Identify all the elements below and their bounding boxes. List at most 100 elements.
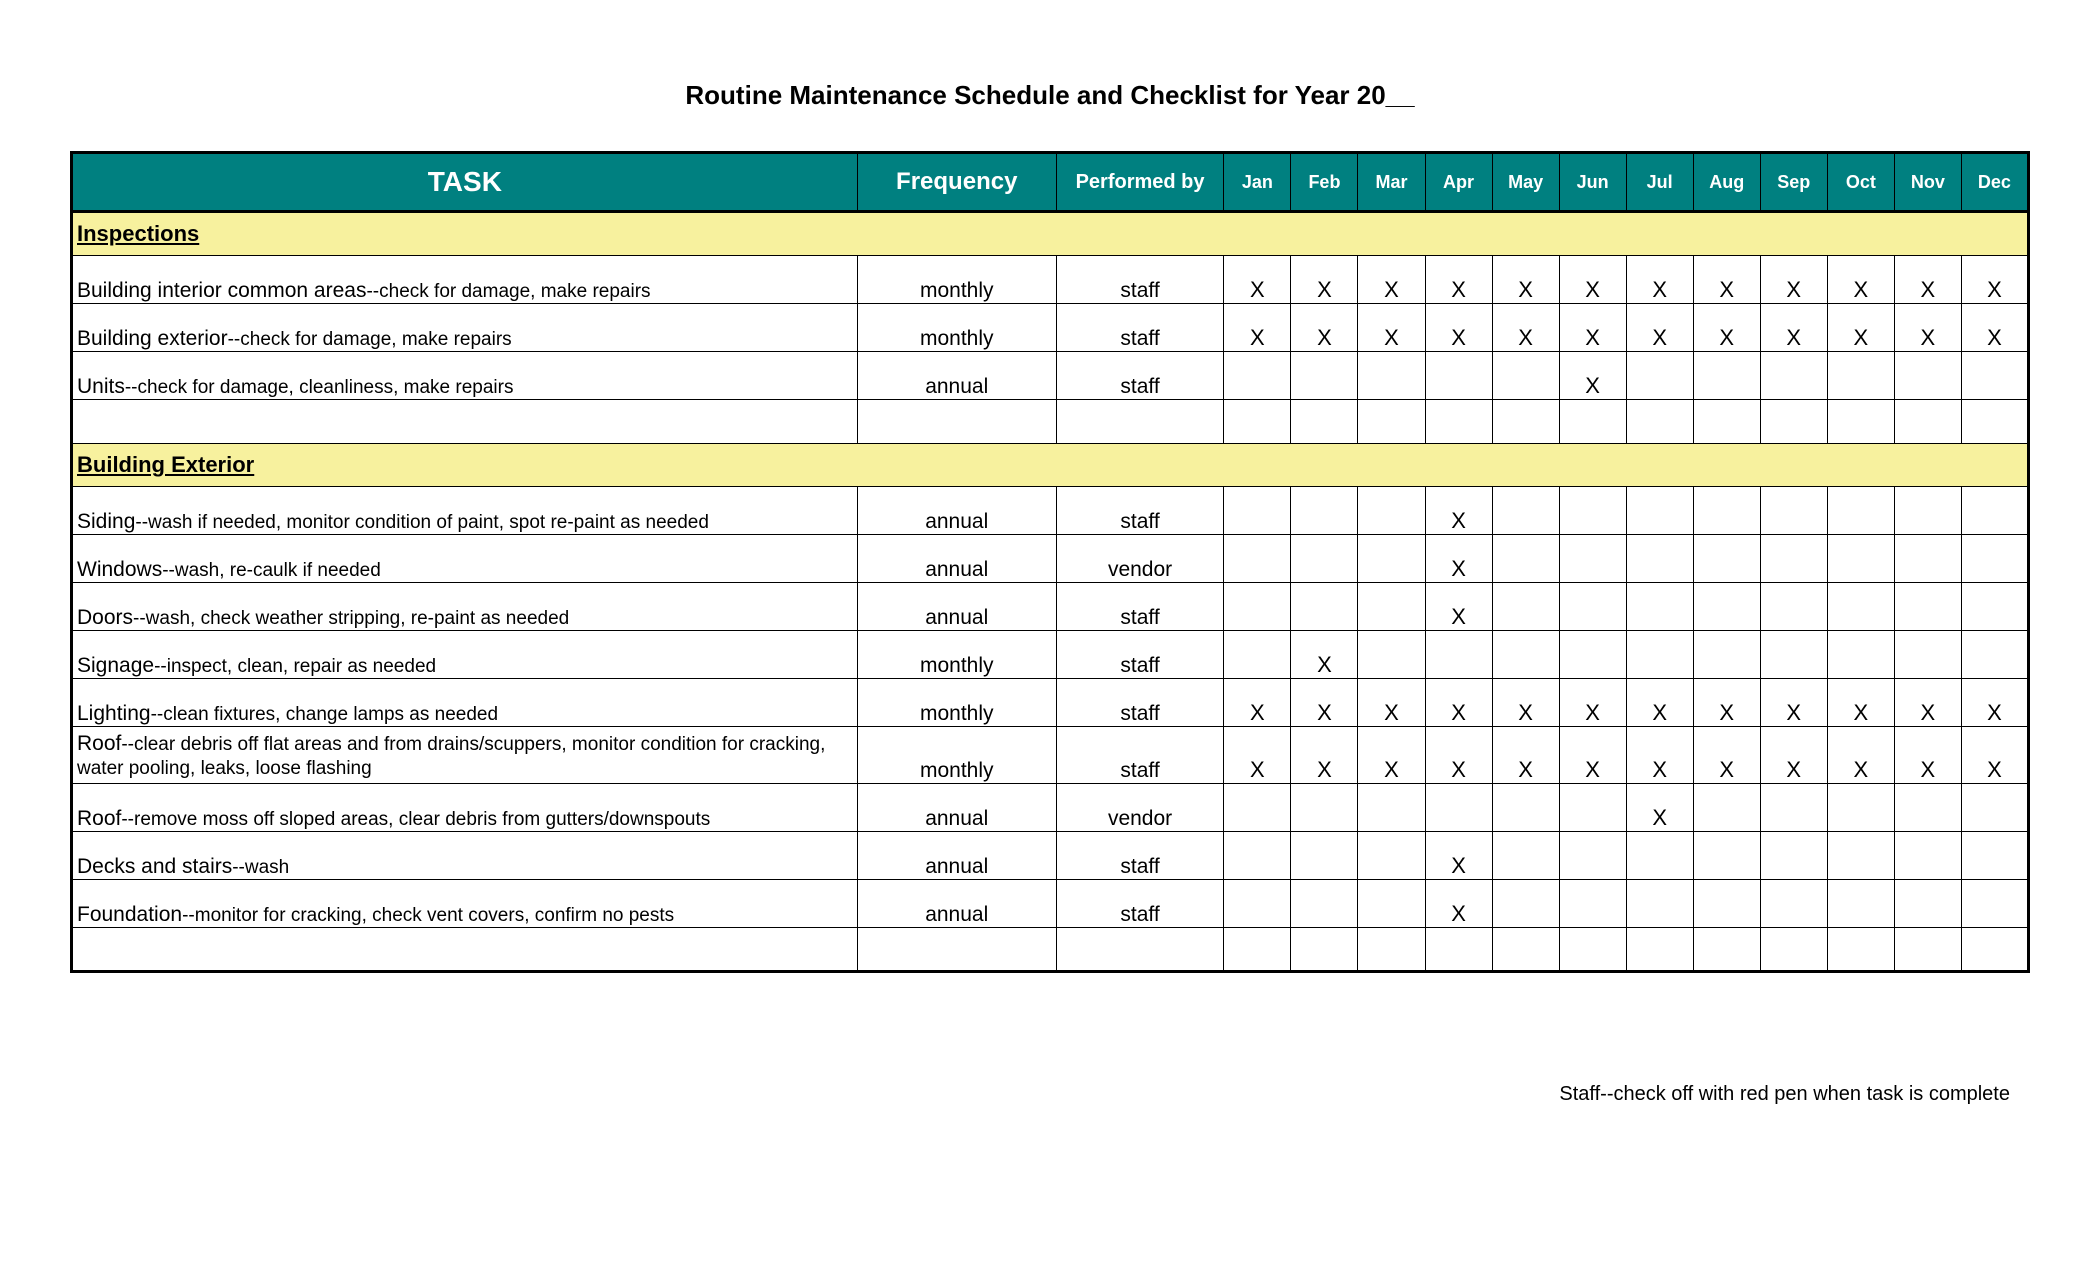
empty-cell xyxy=(1291,928,1358,972)
cell-task: Decks and stairs--wash xyxy=(72,832,858,880)
cell-month: X xyxy=(1693,679,1760,727)
cell-month xyxy=(1894,583,1961,631)
cell-month xyxy=(1760,631,1827,679)
cell-performed-by: staff xyxy=(1056,352,1224,400)
cell-month xyxy=(1224,352,1291,400)
cell-month xyxy=(1425,352,1492,400)
cell-month: X xyxy=(1291,304,1358,352)
spacer-row xyxy=(72,928,2029,972)
cell-month: X xyxy=(1425,535,1492,583)
cell-month: X xyxy=(1693,256,1760,304)
table-row: Lighting--clean fixtures, change lamps a… xyxy=(72,679,2029,727)
cell-month: X xyxy=(1961,304,2028,352)
cell-month xyxy=(1559,832,1626,880)
cell-month xyxy=(1961,535,2028,583)
cell-task: Roof--remove moss off sloped areas, clea… xyxy=(72,784,858,832)
col-task: TASK xyxy=(72,153,858,212)
task-main: Building interior common areas xyxy=(77,279,366,302)
cell-month xyxy=(1760,583,1827,631)
task-sub: --inspect, clean, repair as needed xyxy=(154,656,436,677)
cell-month xyxy=(1358,535,1425,583)
cell-frequency: annual xyxy=(857,535,1056,583)
cell-frequency: annual xyxy=(857,352,1056,400)
cell-month xyxy=(1827,352,1894,400)
task-sub: --check for damage, make repairs xyxy=(366,281,650,302)
cell-month xyxy=(1827,535,1894,583)
cell-frequency: annual xyxy=(857,832,1056,880)
cell-month xyxy=(1626,352,1693,400)
cell-performed-by: staff xyxy=(1056,631,1224,679)
cell-month: X xyxy=(1626,256,1693,304)
cell-month xyxy=(1358,487,1425,535)
cell-month: X xyxy=(1425,487,1492,535)
table-row: Siding--wash if needed, monitor conditio… xyxy=(72,487,2029,535)
task-main: Windows xyxy=(77,558,162,581)
cell-month xyxy=(1626,832,1693,880)
empty-cell xyxy=(1894,928,1961,972)
cell-month: X xyxy=(1626,727,1693,784)
cell-month xyxy=(1224,832,1291,880)
table-row: Signage--inspect, clean, repair as neede… xyxy=(72,631,2029,679)
task-main: Foundation xyxy=(77,903,182,926)
cell-month: X xyxy=(1492,256,1559,304)
cell-month xyxy=(1559,631,1626,679)
cell-month xyxy=(1358,583,1425,631)
cell-month xyxy=(1559,487,1626,535)
empty-cell xyxy=(1224,400,1291,444)
cell-month: X xyxy=(1693,304,1760,352)
empty-cell xyxy=(1056,928,1224,972)
cell-month xyxy=(1559,784,1626,832)
section-header: Inspections xyxy=(72,212,2029,256)
cell-month xyxy=(1291,880,1358,928)
cell-month: X xyxy=(1894,256,1961,304)
cell-month: X xyxy=(1224,256,1291,304)
cell-month xyxy=(1358,352,1425,400)
empty-cell xyxy=(1425,400,1492,444)
cell-month xyxy=(1827,631,1894,679)
cell-month: X xyxy=(1358,727,1425,784)
cell-month: X xyxy=(1894,679,1961,727)
cell-frequency: annual xyxy=(857,583,1056,631)
cell-task: Doors--wash, check weather stripping, re… xyxy=(72,583,858,631)
cell-frequency: monthly xyxy=(857,304,1056,352)
cell-month: X xyxy=(1291,256,1358,304)
empty-cell xyxy=(1425,928,1492,972)
cell-month xyxy=(1291,487,1358,535)
cell-month xyxy=(1693,832,1760,880)
cell-month xyxy=(1693,631,1760,679)
cell-month xyxy=(1961,352,2028,400)
cell-month: X xyxy=(1559,304,1626,352)
cell-frequency: annual xyxy=(857,784,1056,832)
cell-month xyxy=(1894,352,1961,400)
cell-month xyxy=(1358,832,1425,880)
cell-month: X xyxy=(1224,727,1291,784)
cell-month xyxy=(1894,880,1961,928)
task-main: Roof xyxy=(77,732,121,755)
cell-month: X xyxy=(1425,256,1492,304)
cell-month xyxy=(1626,631,1693,679)
cell-month xyxy=(1626,487,1693,535)
empty-cell xyxy=(1224,928,1291,972)
cell-month: X xyxy=(1961,256,2028,304)
cell-month xyxy=(1224,535,1291,583)
cell-task: Building interior common areas--check fo… xyxy=(72,256,858,304)
cell-month xyxy=(1961,631,2028,679)
cell-month xyxy=(1492,487,1559,535)
section-label: Inspections xyxy=(72,212,2029,256)
task-sub: --clean fixtures, change lamps as needed xyxy=(151,704,498,725)
empty-cell xyxy=(72,928,858,972)
cell-month xyxy=(1693,487,1760,535)
section-header: Building Exterior xyxy=(72,444,2029,487)
cell-month: X xyxy=(1559,256,1626,304)
cell-task: Roof--clear debris off flat areas and fr… xyxy=(72,727,858,784)
cell-performed-by: staff xyxy=(1056,832,1224,880)
cell-performed-by: staff xyxy=(1056,727,1224,784)
cell-month xyxy=(1559,880,1626,928)
cell-month xyxy=(1492,631,1559,679)
empty-cell xyxy=(857,400,1056,444)
cell-month xyxy=(1291,352,1358,400)
table-row: Doors--wash, check weather stripping, re… xyxy=(72,583,2029,631)
cell-frequency: annual xyxy=(857,880,1056,928)
empty-cell xyxy=(1559,928,1626,972)
cell-frequency: monthly xyxy=(857,679,1056,727)
